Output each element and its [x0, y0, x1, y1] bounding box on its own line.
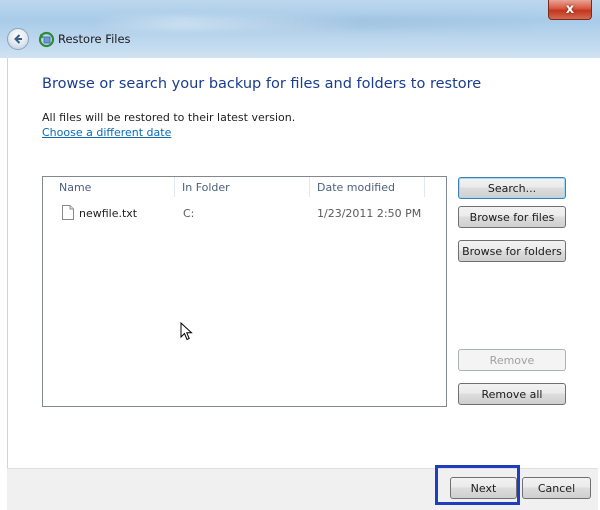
file-name: newfile.txt [79, 207, 138, 220]
browse-folders-button[interactable]: Browse for folders [458, 240, 566, 262]
column-header-folder[interactable]: In Folder [182, 181, 230, 194]
back-arrow-icon [14, 34, 22, 44]
title-bar: x Restore Files [0, 0, 600, 58]
table-row[interactable]: newfile.txt C: 1/23/2011 2:50 PM [43, 205, 446, 225]
text-file-icon [62, 205, 74, 220]
file-folder: C: [183, 207, 195, 220]
page-heading: Browse or search your backup for files a… [42, 76, 482, 92]
browse-files-button[interactable]: Browse for files [458, 206, 566, 228]
main-content: Browse or search your backup for files a… [7, 58, 598, 468]
remove-button[interactable]: Remove [458, 349, 566, 371]
file-date-modified: 1/23/2011 2:50 PM [317, 207, 422, 220]
restore-info-text: All files will be restored to their late… [42, 111, 296, 124]
column-separator[interactable] [424, 177, 425, 197]
search-button[interactable]: Search... [458, 177, 566, 199]
back-button[interactable] [7, 28, 29, 50]
background-window-blur [90, 16, 540, 30]
column-separator[interactable] [174, 177, 175, 197]
file-list[interactable]: Name In Folder Date modified newfile.txt… [42, 176, 447, 407]
close-icon: x [565, 2, 575, 17]
column-header-name[interactable]: Name [59, 181, 91, 194]
list-header: Name In Folder Date modified [43, 177, 446, 197]
close-button[interactable]: x [548, 0, 592, 20]
mouse-cursor-icon [180, 322, 193, 341]
cancel-button[interactable]: Cancel [522, 477, 591, 499]
remove-all-button[interactable]: Remove all [458, 383, 566, 405]
column-header-date[interactable]: Date modified [317, 181, 395, 194]
window-title: Restore Files [58, 32, 131, 46]
column-separator[interactable] [309, 177, 310, 197]
choose-date-link[interactable]: Choose a different date [42, 126, 171, 139]
dialog-footer: Next Cancel [7, 468, 598, 510]
next-button[interactable]: Next [450, 477, 517, 499]
restore-files-icon [38, 31, 55, 48]
